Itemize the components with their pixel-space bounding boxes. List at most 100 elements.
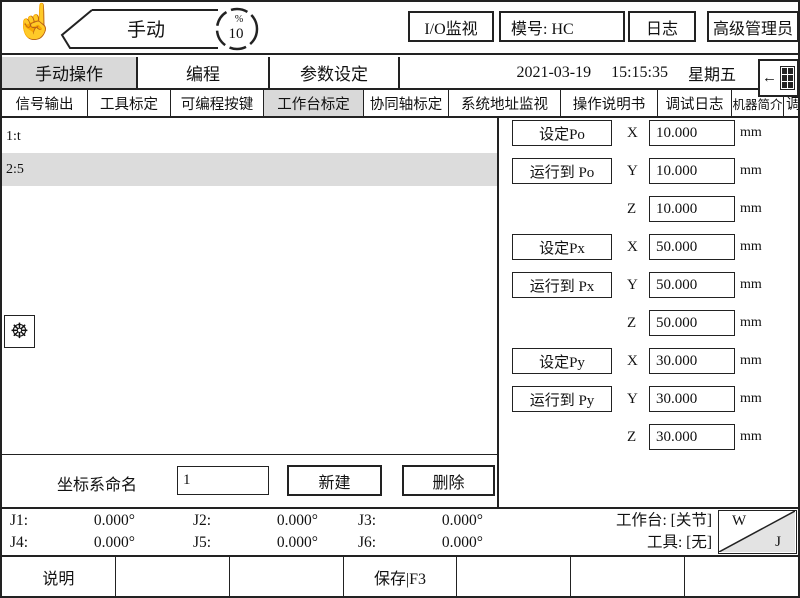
fkey-2[interactable]	[116, 557, 230, 596]
coordinate-name-label: 坐标系命名	[57, 471, 137, 495]
robot-controller-screen: ☝ % 10 手动 I/O监视 模号: HC 日志 高级管理员 手动操作 编程 …	[0, 0, 800, 598]
unit-label: mm	[740, 429, 762, 445]
coordinate-name-input[interactable]: 1	[177, 466, 269, 495]
coord-group-px: 设定Px 运行到 Px X 50.000 mm Y 50.000 mm Z 50…	[499, 232, 800, 346]
new-button[interactable]: 新建	[287, 465, 382, 496]
joint-frame-letter: J	[775, 534, 781, 551]
joint-name: J3:	[358, 512, 398, 530]
virtual-keyboard-toggle[interactable]: ←	[758, 59, 799, 97]
weekday-text: 星期五	[688, 61, 736, 85]
axis-label: Z	[627, 201, 640, 218]
world-frame-letter: W	[732, 513, 746, 530]
unit-label: mm	[740, 163, 762, 179]
joint-value: 0.000°	[50, 534, 135, 552]
io-monitor-button[interactable]: I/O监视	[408, 11, 494, 42]
coord-group-po: 设定Po 运行到 Po X 10.000 mm Y 10.000 mm Z 10…	[499, 118, 800, 232]
run-to-py-button[interactable]: 运行到 Py	[512, 386, 612, 412]
subtab-tool-calibration[interactable]: 工具标定	[88, 90, 171, 116]
tool-frame-label: 工具: [无]	[616, 532, 712, 554]
joint-value: 0.000°	[233, 534, 318, 552]
px-z-input[interactable]: 50.000	[649, 310, 735, 336]
axis-label: X	[627, 353, 640, 370]
mode-label: 手动	[127, 19, 165, 41]
manual-hand-icon: ☝	[14, 6, 56, 40]
top-bar: ☝ % 10 手动 I/O监视 模号: HC 日志 高级管理员	[2, 2, 798, 55]
axis-label: Y	[627, 163, 640, 180]
po-y-input[interactable]: 10.000	[649, 158, 735, 184]
run-to-px-button[interactable]: 运行到 Px	[512, 272, 612, 298]
joint-row-1: J1: 0.000° J2: 0.000° J3: 0.000°	[10, 510, 483, 532]
unit-label: mm	[740, 315, 762, 331]
po-x-input[interactable]: 10.000	[649, 120, 735, 146]
joint-name: J2:	[193, 512, 233, 530]
joint-name: J4:	[10, 534, 50, 552]
joint-value: 0.000°	[233, 512, 318, 530]
axis-label: Y	[627, 277, 640, 294]
axis-label: Z	[627, 429, 640, 446]
fkey-5[interactable]	[457, 557, 571, 596]
axis-label: X	[627, 125, 640, 142]
px-y-input[interactable]: 50.000	[649, 272, 735, 298]
list-item[interactable]: 1:t	[2, 120, 497, 153]
world-joint-toggle[interactable]: W J	[718, 510, 797, 554]
wheel-icon: ☸	[10, 321, 29, 342]
fkey-help[interactable]: 说明	[2, 557, 116, 596]
list-item-selected[interactable]: 2:5	[2, 153, 497, 186]
tab-parameter-settings[interactable]: 参数设定	[270, 57, 400, 88]
coord-group-py: 设定Py 运行到 Py X 30.000 mm Y 30.000 mm Z 30…	[499, 346, 800, 460]
joint-name: J1:	[10, 512, 50, 530]
run-to-po-button[interactable]: 运行到 Po	[512, 158, 612, 184]
model-number-button[interactable]: 模号: HC	[499, 11, 625, 42]
tab-programming[interactable]: 编程	[138, 57, 270, 88]
log-button[interactable]: 日志	[628, 11, 696, 42]
coordinate-system-list: 1:t 2:5	[2, 118, 499, 454]
py-y-input[interactable]: 30.000	[649, 386, 735, 412]
fkey-7[interactable]	[685, 557, 798, 596]
joint-row-2: J4: 0.000° J5: 0.000° J6: 0.000°	[10, 532, 483, 554]
jog-wheel-button[interactable]: ☸	[4, 315, 35, 348]
joint-value: 0.000°	[398, 512, 483, 530]
unit-label: mm	[740, 391, 762, 407]
status-bar: J1: 0.000° J2: 0.000° J3: 0.000° J4: 0.0…	[2, 507, 798, 555]
set-py-button[interactable]: 设定Py	[512, 348, 612, 374]
unit-label: mm	[740, 353, 762, 369]
subtab-signal-output[interactable]: 信号输出	[2, 90, 88, 116]
subtab-coaxis-calibration[interactable]: 协同轴标定	[364, 90, 449, 116]
px-x-input[interactable]: 50.000	[649, 234, 735, 260]
joint-name: J6:	[358, 534, 398, 552]
date-text: 2021-03-19	[516, 64, 591, 82]
subtab-workbench-calibration[interactable]: 工作台标定	[264, 90, 364, 116]
axis-label: Z	[627, 315, 640, 332]
keypad-grid-icon	[780, 66, 795, 90]
admin-role-button[interactable]: 高级管理员	[707, 11, 799, 42]
mode-banner: % 10 手动	[56, 4, 272, 54]
py-x-input[interactable]: 30.000	[649, 348, 735, 374]
po-z-input[interactable]: 10.000	[649, 196, 735, 222]
time-text: 15:15:35	[611, 64, 668, 82]
speed-unit: %	[235, 14, 243, 25]
tab-manual-operation[interactable]: 手动操作	[2, 57, 138, 88]
subtab-programmable-keys[interactable]: 可编程按键	[171, 90, 264, 116]
sub-tab-bar: 信号输出 工具标定 可编程按键 工作台标定 协同轴标定 系统地址监视 操作说明书…	[2, 90, 798, 118]
frame-status: 工作台: [关节] 工具: [无]	[616, 510, 712, 554]
joint-value: 0.000°	[50, 512, 135, 530]
subtab-system-address-monitor[interactable]: 系统地址监视	[449, 90, 561, 116]
set-px-button[interactable]: 设定Px	[512, 234, 612, 260]
axis-label: X	[627, 239, 640, 256]
naming-bar: 坐标系命名 1 新建 删除	[2, 454, 499, 507]
main-tab-bar: 手动操作 编程 参数设定 2021-03-19 15:15:35 星期五	[2, 57, 798, 90]
delete-button[interactable]: 删除	[402, 465, 495, 496]
function-key-bar: 说明 保存|F3	[2, 555, 798, 596]
axis-label: Y	[627, 391, 640, 408]
fkey-save-f3[interactable]: 保存|F3	[344, 557, 458, 596]
subtab-operation-manual[interactable]: 操作说明书	[561, 90, 658, 116]
fkey-6[interactable]	[571, 557, 685, 596]
subtab-debug-log[interactable]: 调试日志	[658, 90, 732, 116]
workbench-frame-label: 工作台: [关节]	[616, 510, 712, 532]
fkey-3[interactable]	[230, 557, 344, 596]
unit-label: mm	[740, 125, 762, 141]
set-po-button[interactable]: 设定Po	[512, 120, 612, 146]
py-z-input[interactable]: 30.000	[649, 424, 735, 450]
unit-label: mm	[740, 201, 762, 217]
joint-name: J5:	[193, 534, 233, 552]
